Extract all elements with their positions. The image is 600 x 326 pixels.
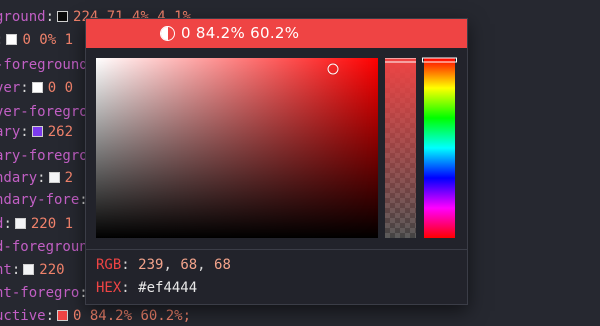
code-line: :0 0% 1	[0, 30, 73, 50]
css-value: 2	[64, 170, 74, 186]
alpha-slider[interactable]	[385, 58, 416, 238]
hex-row[interactable]: HEX: #ef4444	[96, 277, 197, 299]
color-values: RGB: 239, 68, 68 HEX: #ef4444	[86, 249, 467, 305]
css-value: 0 0% 1	[22, 32, 74, 48]
css-property: d-foreground	[0, 239, 97, 255]
code-line: ndary:2	[0, 168, 73, 188]
color-swatch[interactable]	[31, 126, 43, 137]
code-line: ver:0 0	[0, 78, 73, 98]
color-swatch[interactable]	[6, 34, 18, 45]
css-property: ary	[0, 124, 21, 140]
color-swatch[interactable]	[14, 218, 26, 229]
color-swatch[interactable]	[48, 172, 60, 183]
css-value: 220 1	[30, 216, 74, 232]
color-picker-popup: 0 84.2% 60.2% RGB: 239, 68, 68 HEX: #ef4…	[85, 18, 468, 305]
css-value: 0 0	[47, 80, 74, 96]
css-value: 262	[47, 124, 74, 140]
css-value: 0 84.2% 60.2%;	[73, 308, 192, 324]
rgb-blue: 68	[214, 257, 231, 273]
code-line: d:220 1	[0, 214, 73, 234]
hue-slider-handle[interactable]	[422, 57, 457, 63]
css-value: 220	[39, 262, 65, 278]
contrast-icon	[160, 26, 175, 41]
alpha-gradient	[385, 58, 416, 238]
code-line: uctive: 0 84.2% 60.2%;	[0, 306, 191, 326]
hex-label: HEX	[96, 280, 122, 296]
rgb-row[interactable]: RGB: 239, 68, 68	[96, 254, 231, 276]
css-property: nt-foregro	[0, 285, 80, 301]
hsl-value[interactable]: 0 84.2% 60.2%	[181, 19, 299, 48]
color-swatch[interactable]	[23, 264, 35, 275]
alpha-slider-handle[interactable]	[385, 58, 416, 63]
color-cursor[interactable]	[327, 63, 339, 75]
hue-slider[interactable]	[422, 57, 457, 238]
hex-value: #ef4444	[138, 280, 198, 296]
css-property: -foreground	[0, 57, 88, 73]
css-property: ndary-fore	[0, 192, 80, 208]
rgb-green: 68	[180, 257, 198, 273]
color-swatch[interactable]	[31, 82, 43, 93]
color-swatch[interactable]	[57, 11, 69, 22]
saturation-value-area[interactable]	[96, 58, 378, 238]
css-property: ground	[0, 9, 46, 25]
code-line: ary:262	[0, 122, 73, 142]
css-property: nt	[0, 262, 12, 278]
css-property: ver	[0, 80, 21, 96]
code-line: nt:220	[0, 260, 65, 280]
color-picker-header: 0 84.2% 60.2%	[86, 19, 467, 48]
css-property: ndary	[0, 170, 38, 186]
code-line: ndary-fore:	[0, 190, 96, 210]
color-swatch[interactable]	[57, 310, 69, 321]
rgb-label: RGB	[96, 257, 122, 273]
css-property: uctive	[0, 308, 46, 324]
rgb-red: 239	[138, 257, 164, 273]
